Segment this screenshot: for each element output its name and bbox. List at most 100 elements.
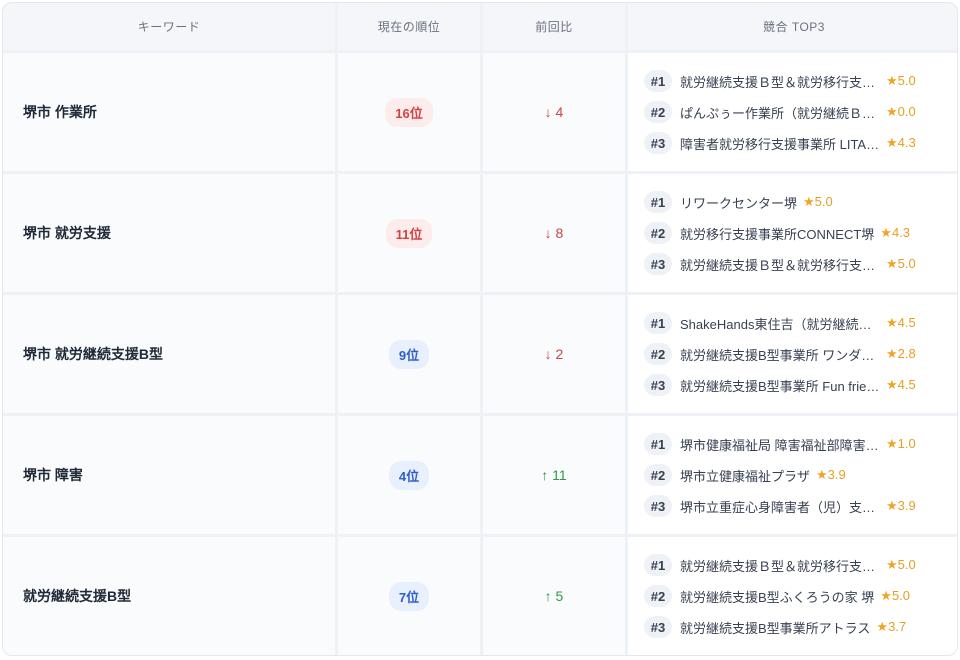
- competitor-rating: ★3.9: [816, 467, 846, 483]
- rank-cell: 16位: [338, 53, 480, 171]
- change-cell: ↑ 11: [483, 416, 625, 534]
- header-keyword: キーワード: [3, 3, 335, 50]
- rating-value: 4.3: [897, 135, 916, 150]
- competitor-position: #2: [644, 585, 672, 607]
- keyword-cell: 堺市 就労継続支援B型: [3, 295, 335, 413]
- star-icon: ★: [816, 467, 828, 482]
- keyword-text: 堺市 作業所: [23, 104, 97, 120]
- competitor-name: 就労継続支援B型事業所 Fun friends: [680, 378, 880, 394]
- rating-value: 3.9: [827, 467, 846, 482]
- competitor-name: 就労継続支援B型事業所 ワンダフル: [680, 347, 880, 363]
- competitor-rating: ★0.0: [886, 104, 916, 120]
- rating-value: 5.0: [891, 588, 911, 603]
- competitor-rating: ★4.5: [886, 315, 916, 331]
- competitor-item: #3 堺市立重症心身障害者（児）支援センター ★3.9: [644, 491, 944, 522]
- competitor-item: #2 ぱんぷぅー作業所（就労継続Ｂ型） ★0.0: [644, 97, 944, 128]
- competitor-position: #1: [644, 191, 672, 213]
- competitor-position: #1: [644, 312, 672, 334]
- rating-value: 5.0: [897, 256, 916, 271]
- competitor-position: #2: [644, 343, 672, 365]
- competitor-item: #3 就労継続支援B型事業所 Fun friends ★4.5: [644, 370, 944, 401]
- rank-cell: 11位: [338, 174, 480, 292]
- star-icon: ★: [880, 225, 892, 240]
- rating-value: 3.7: [888, 619, 907, 634]
- competitor-rating: ★4.3: [886, 135, 916, 151]
- keyword-cell: 就労継続支援B型: [3, 537, 335, 655]
- competitor-item: #1 堺市健康福祉局 障害福祉部障害施策推進課 ★1.0: [644, 429, 944, 460]
- rating-value: 4.5: [897, 377, 916, 392]
- star-icon: ★: [803, 194, 815, 209]
- keyword-cell: 堺市 障害: [3, 416, 335, 534]
- competitor-position: #2: [644, 101, 672, 123]
- star-icon: ★: [880, 588, 892, 603]
- competitor-rating: ★5.0: [886, 73, 916, 89]
- keyword-cell: 堺市 作業所: [3, 53, 335, 171]
- header-change: 前回比: [483, 3, 625, 50]
- star-icon: ★: [886, 73, 898, 88]
- star-icon: ★: [886, 436, 898, 451]
- competitors-cell: #1就労継続支援Ｂ型＆就労移行支援事業所★5.0#2就労継続支援B型ふくろうの家…: [628, 537, 957, 655]
- competitor-name: 就労継続支援B型事業所アトラス: [680, 620, 871, 636]
- competitor-name: 就労継続支援Ｂ型＆就労移行支援事業所: [680, 558, 880, 574]
- competitor-item: #2 就労移行支援事業所CONNECT堺 ★4.3: [644, 218, 944, 249]
- star-icon: ★: [886, 256, 898, 271]
- rank-badge: 7位: [388, 581, 430, 611]
- rating-value: 0.0: [897, 104, 916, 119]
- keyword-text: 堺市 障害: [23, 467, 83, 483]
- star-icon: ★: [886, 498, 898, 513]
- competitor-position: #1: [644, 554, 672, 576]
- rank-cell: 9位: [338, 295, 480, 413]
- competitor-item: #1 リワークセンター堺 ★5.0: [644, 187, 944, 218]
- rating-value: 5.0: [897, 73, 916, 88]
- competitors-cell: #1就労継続支援Ｂ型＆就労移行支援事業所★5.0#2ぱんぷぅー作業所（就労継続Ｂ…: [628, 53, 957, 171]
- competitor-rating: ★4.5: [886, 377, 916, 393]
- rating-value: 3.9: [897, 498, 916, 513]
- competitors-cell: #1 ShakeHands東住吉（就労継続支援） ★4.5 #2 就労継続支援B型事業所…: [628, 295, 957, 413]
- change-cell: ↓ 4: [483, 53, 625, 171]
- competitor-name: ShakeHands東住吉（就労継続支援）: [680, 316, 880, 332]
- competitor-item: #3 就労継続支援Ｂ型＆就労移行支援事業所 ★5.0: [644, 249, 944, 280]
- ranking-table: キーワード 現在の順位 前回比 競合 TOP3 堺市 作業所 16位 ↓ 4 #…: [2, 2, 958, 656]
- competitor-item: #1 就労継続支援Ｂ型＆就労移行支援事業所 ★5.0: [644, 66, 944, 97]
- rating-value: 4.3: [891, 225, 911, 240]
- change-cell: ↓ 2: [483, 295, 625, 413]
- competitor-item: #3 障害者就労移行支援事業所 LITALICO ★4.3: [644, 128, 944, 159]
- competitor-name: 堺市立重症心身障害者（児）支援センター: [680, 499, 880, 515]
- star-icon: ★: [886, 104, 898, 119]
- rank-badge: 11位: [385, 218, 433, 248]
- rating-value: 4.5: [897, 315, 916, 330]
- competitor-rating: ★4.3: [880, 225, 910, 241]
- competitors-cell: #1堺市健康福祉局 障害福祉部障害施策推進課★1.0#2堺市立健康福祉プラザ★3…: [628, 416, 957, 534]
- rank-badge: 4位: [388, 460, 430, 490]
- star-icon: ★: [876, 619, 889, 634]
- rank-change: ↓ 2: [544, 346, 564, 362]
- keyword-text: 堺市 就労支援: [23, 225, 111, 241]
- competitor-position: #3: [644, 495, 672, 517]
- rating-value: 5.0: [814, 194, 833, 209]
- rank-change: ↓ 8: [544, 225, 564, 241]
- header-competitors: 競合 TOP3: [628, 3, 957, 50]
- keyword-text: 就労継続支援B型: [23, 588, 132, 604]
- rating-value: 1.0: [897, 436, 916, 451]
- competitor-rating: ★2.8: [886, 346, 916, 362]
- star-icon: ★: [886, 346, 898, 361]
- competitor-position: #3: [644, 132, 672, 154]
- rating-value: 5.0: [897, 557, 916, 572]
- competitor-item: #2 就労継続支援B型事業所 ワンダフル ★2.8: [644, 339, 944, 370]
- competitor-item: #2 就労継続支援B型ふくろうの家 堺 ★5.0: [644, 581, 944, 612]
- competitor-position: #3: [644, 253, 672, 275]
- keyword-text: 堺市 就労継続支援B型: [23, 346, 163, 362]
- competitor-rating: ★5.0: [803, 194, 833, 210]
- competitor-position: #1: [644, 70, 672, 92]
- star-icon: ★: [886, 135, 898, 150]
- rank-cell: 7位: [338, 537, 480, 655]
- competitor-name: 就労継続支援Ｂ型＆就労移行支援事業所: [680, 257, 880, 273]
- competitor-position: #3: [644, 616, 672, 638]
- star-icon: ★: [886, 557, 898, 572]
- rank-change: ↓ 4: [544, 104, 564, 120]
- competitor-position: #3: [644, 374, 672, 396]
- competitor-position: #1: [644, 433, 672, 455]
- competitor-name: 就労移行支援事業所CONNECT堺: [680, 226, 875, 242]
- rank-cell: 4位: [338, 416, 480, 534]
- keyword-cell: 堺市 就労支援: [3, 174, 335, 292]
